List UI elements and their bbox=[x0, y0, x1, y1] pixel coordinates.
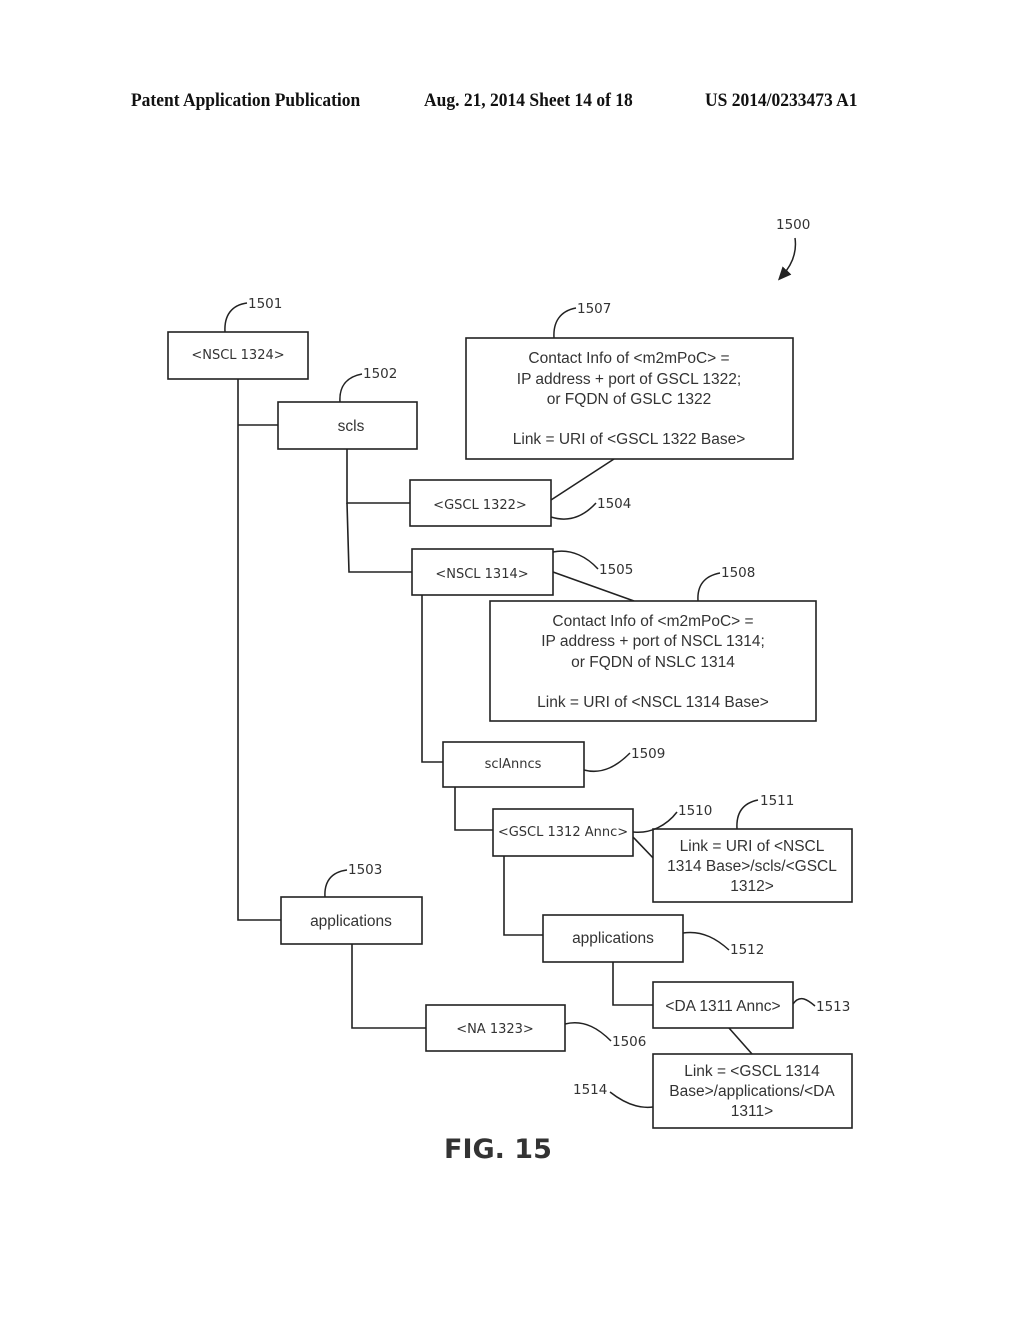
leader-1511 bbox=[736, 799, 759, 830]
ref-1514: 1514 bbox=[573, 1082, 607, 1098]
svg-text:1311>: 1311> bbox=[731, 1103, 773, 1120]
connector-applications-to-da1311annc bbox=[612, 962, 653, 1006]
svg-text:scls: scls bbox=[338, 418, 365, 435]
ref-1508: 1508 bbox=[721, 565, 755, 581]
figure-ref-1500: 1500 bbox=[776, 217, 810, 233]
svg-text:<NSCL 1324>: <NSCL 1324> bbox=[191, 348, 284, 363]
leader-1505 bbox=[552, 550, 599, 570]
ref-1510: 1510 bbox=[678, 803, 712, 819]
connector-nscl-to-applications bbox=[237, 379, 281, 921]
ref-1512: 1512 bbox=[730, 942, 764, 958]
link-da1311annc-to-note1514 bbox=[728, 1027, 753, 1055]
leader-1508 bbox=[697, 572, 721, 602]
connector-scls-to-gscl1322 bbox=[346, 449, 410, 504]
leader-1514 bbox=[609, 1091, 654, 1109]
svg-text:Contact Info of <m2mPoC> =: Contact Info of <m2mPoC> = bbox=[552, 613, 753, 630]
node-scls: scls bbox=[277, 401, 418, 450]
svg-text:Link = URI of <GSCL 1322 Base>: Link = URI of <GSCL 1322 Base> bbox=[513, 431, 746, 448]
leader-1513 bbox=[792, 997, 816, 1007]
svg-text:Base>/applications/<DA: Base>/applications/<DA bbox=[669, 1083, 835, 1100]
figure-label: FIG. 15 bbox=[444, 1134, 552, 1165]
svg-text:<GSCL 1322>: <GSCL 1322> bbox=[433, 498, 527, 513]
leader-1506 bbox=[564, 1022, 612, 1042]
connector-scls-to-nscl1314 bbox=[346, 502, 412, 573]
svg-text:sclAnncs: sclAnncs bbox=[485, 757, 542, 772]
connector-gscl1312annc-to-applications bbox=[503, 856, 543, 936]
ref-1503: 1503 bbox=[348, 862, 382, 878]
svg-text:or FQDN of GSLC 1322: or FQDN of GSLC 1322 bbox=[547, 391, 712, 408]
link-gscl1322-to-note1507 bbox=[550, 458, 615, 501]
leader-1504 bbox=[550, 502, 597, 520]
node-nscl1324: <NSCL 1324> bbox=[167, 331, 309, 380]
svg-text:Link = URI of <NSCL: Link = URI of <NSCL bbox=[680, 838, 825, 855]
svg-text:applications: applications bbox=[310, 913, 392, 930]
note-1511: Link = URI of <NSCL 1314 Base>/scls/<GSC… bbox=[652, 828, 853, 903]
ref-1513: 1513 bbox=[816, 999, 850, 1015]
svg-text:Link = URI of <NSCL 1314 Base>: Link = URI of <NSCL 1314 Base> bbox=[537, 694, 769, 711]
node-nscl1314: <NSCL 1314> bbox=[411, 548, 554, 596]
node-da1311annc: <DA 1311 Annc> bbox=[652, 981, 794, 1029]
ref-1507: 1507 bbox=[577, 301, 611, 317]
leader-1503 bbox=[324, 869, 348, 898]
leader-1507 bbox=[553, 307, 577, 339]
svg-text:1314 Base>/scls/<GSCL: 1314 Base>/scls/<GSCL bbox=[667, 858, 837, 875]
ref-1505: 1505 bbox=[599, 562, 633, 578]
node-applications-top: applications bbox=[280, 896, 423, 945]
svg-text:IP address + port of NSCL 1314: IP address + port of NSCL 1314; bbox=[541, 633, 765, 650]
svg-text:1312>: 1312> bbox=[730, 878, 774, 895]
figure-arrow-icon bbox=[777, 237, 797, 281]
svg-text:<GSCL 1312 Annc>: <GSCL 1312 Annc> bbox=[498, 825, 628, 840]
svg-text:Contact Info of <m2mPoC> =: Contact Info of <m2mPoC> = bbox=[528, 350, 729, 367]
leader-1501 bbox=[224, 302, 248, 333]
note-1507: Contact Info of <m2mPoC> = IP address + … bbox=[465, 337, 794, 460]
node-na1323: <NA 1323> bbox=[425, 1004, 566, 1052]
svg-text:<DA 1311 Annc>: <DA 1311 Annc> bbox=[665, 998, 780, 1015]
node-applications-sub: applications bbox=[542, 914, 684, 963]
svg-text:<NA 1323>: <NA 1323> bbox=[456, 1022, 534, 1037]
ref-1506: 1506 bbox=[612, 1034, 646, 1050]
ref-1501: 1501 bbox=[248, 296, 282, 312]
node-sclannncs: sclAnncs bbox=[442, 741, 585, 788]
note-1514: Link = <GSCL 1314 Base>/applications/<DA… bbox=[652, 1053, 853, 1129]
node-gscl1312annc: <GSCL 1312 Annc> bbox=[492, 808, 634, 857]
ref-1502: 1502 bbox=[363, 366, 397, 382]
leader-1512 bbox=[682, 931, 730, 951]
leader-1502 bbox=[339, 373, 363, 403]
svg-text:Link = <GSCL 1314: Link = <GSCL 1314 bbox=[684, 1063, 820, 1080]
note-1508: Contact Info of <m2mPoC> = IP address + … bbox=[489, 600, 817, 722]
connector-sclannncs-to-gscl1312annc bbox=[454, 787, 493, 831]
svg-text:applications: applications bbox=[572, 930, 654, 947]
ref-1509: 1509 bbox=[631, 746, 665, 762]
ref-1511: 1511 bbox=[760, 793, 794, 809]
connector-nscl1314-to-sclannncs bbox=[421, 595, 443, 763]
svg-text:or FQDN of NSLC 1314: or FQDN of NSLC 1314 bbox=[571, 654, 735, 671]
tree-diagram: 1500 <NSCL 1324> scls <GSCL 1322> <NSCL … bbox=[167, 217, 853, 1165]
ref-1504: 1504 bbox=[597, 496, 631, 512]
leader-1509 bbox=[583, 752, 631, 772]
svg-text:IP address + port of GSCL 1322: IP address + port of GSCL 1322; bbox=[517, 371, 741, 388]
connector-applications-to-na1323 bbox=[351, 944, 426, 1029]
svg-text:<NSCL 1314>: <NSCL 1314> bbox=[435, 567, 528, 582]
node-gscl1322: <GSCL 1322> bbox=[409, 479, 552, 527]
